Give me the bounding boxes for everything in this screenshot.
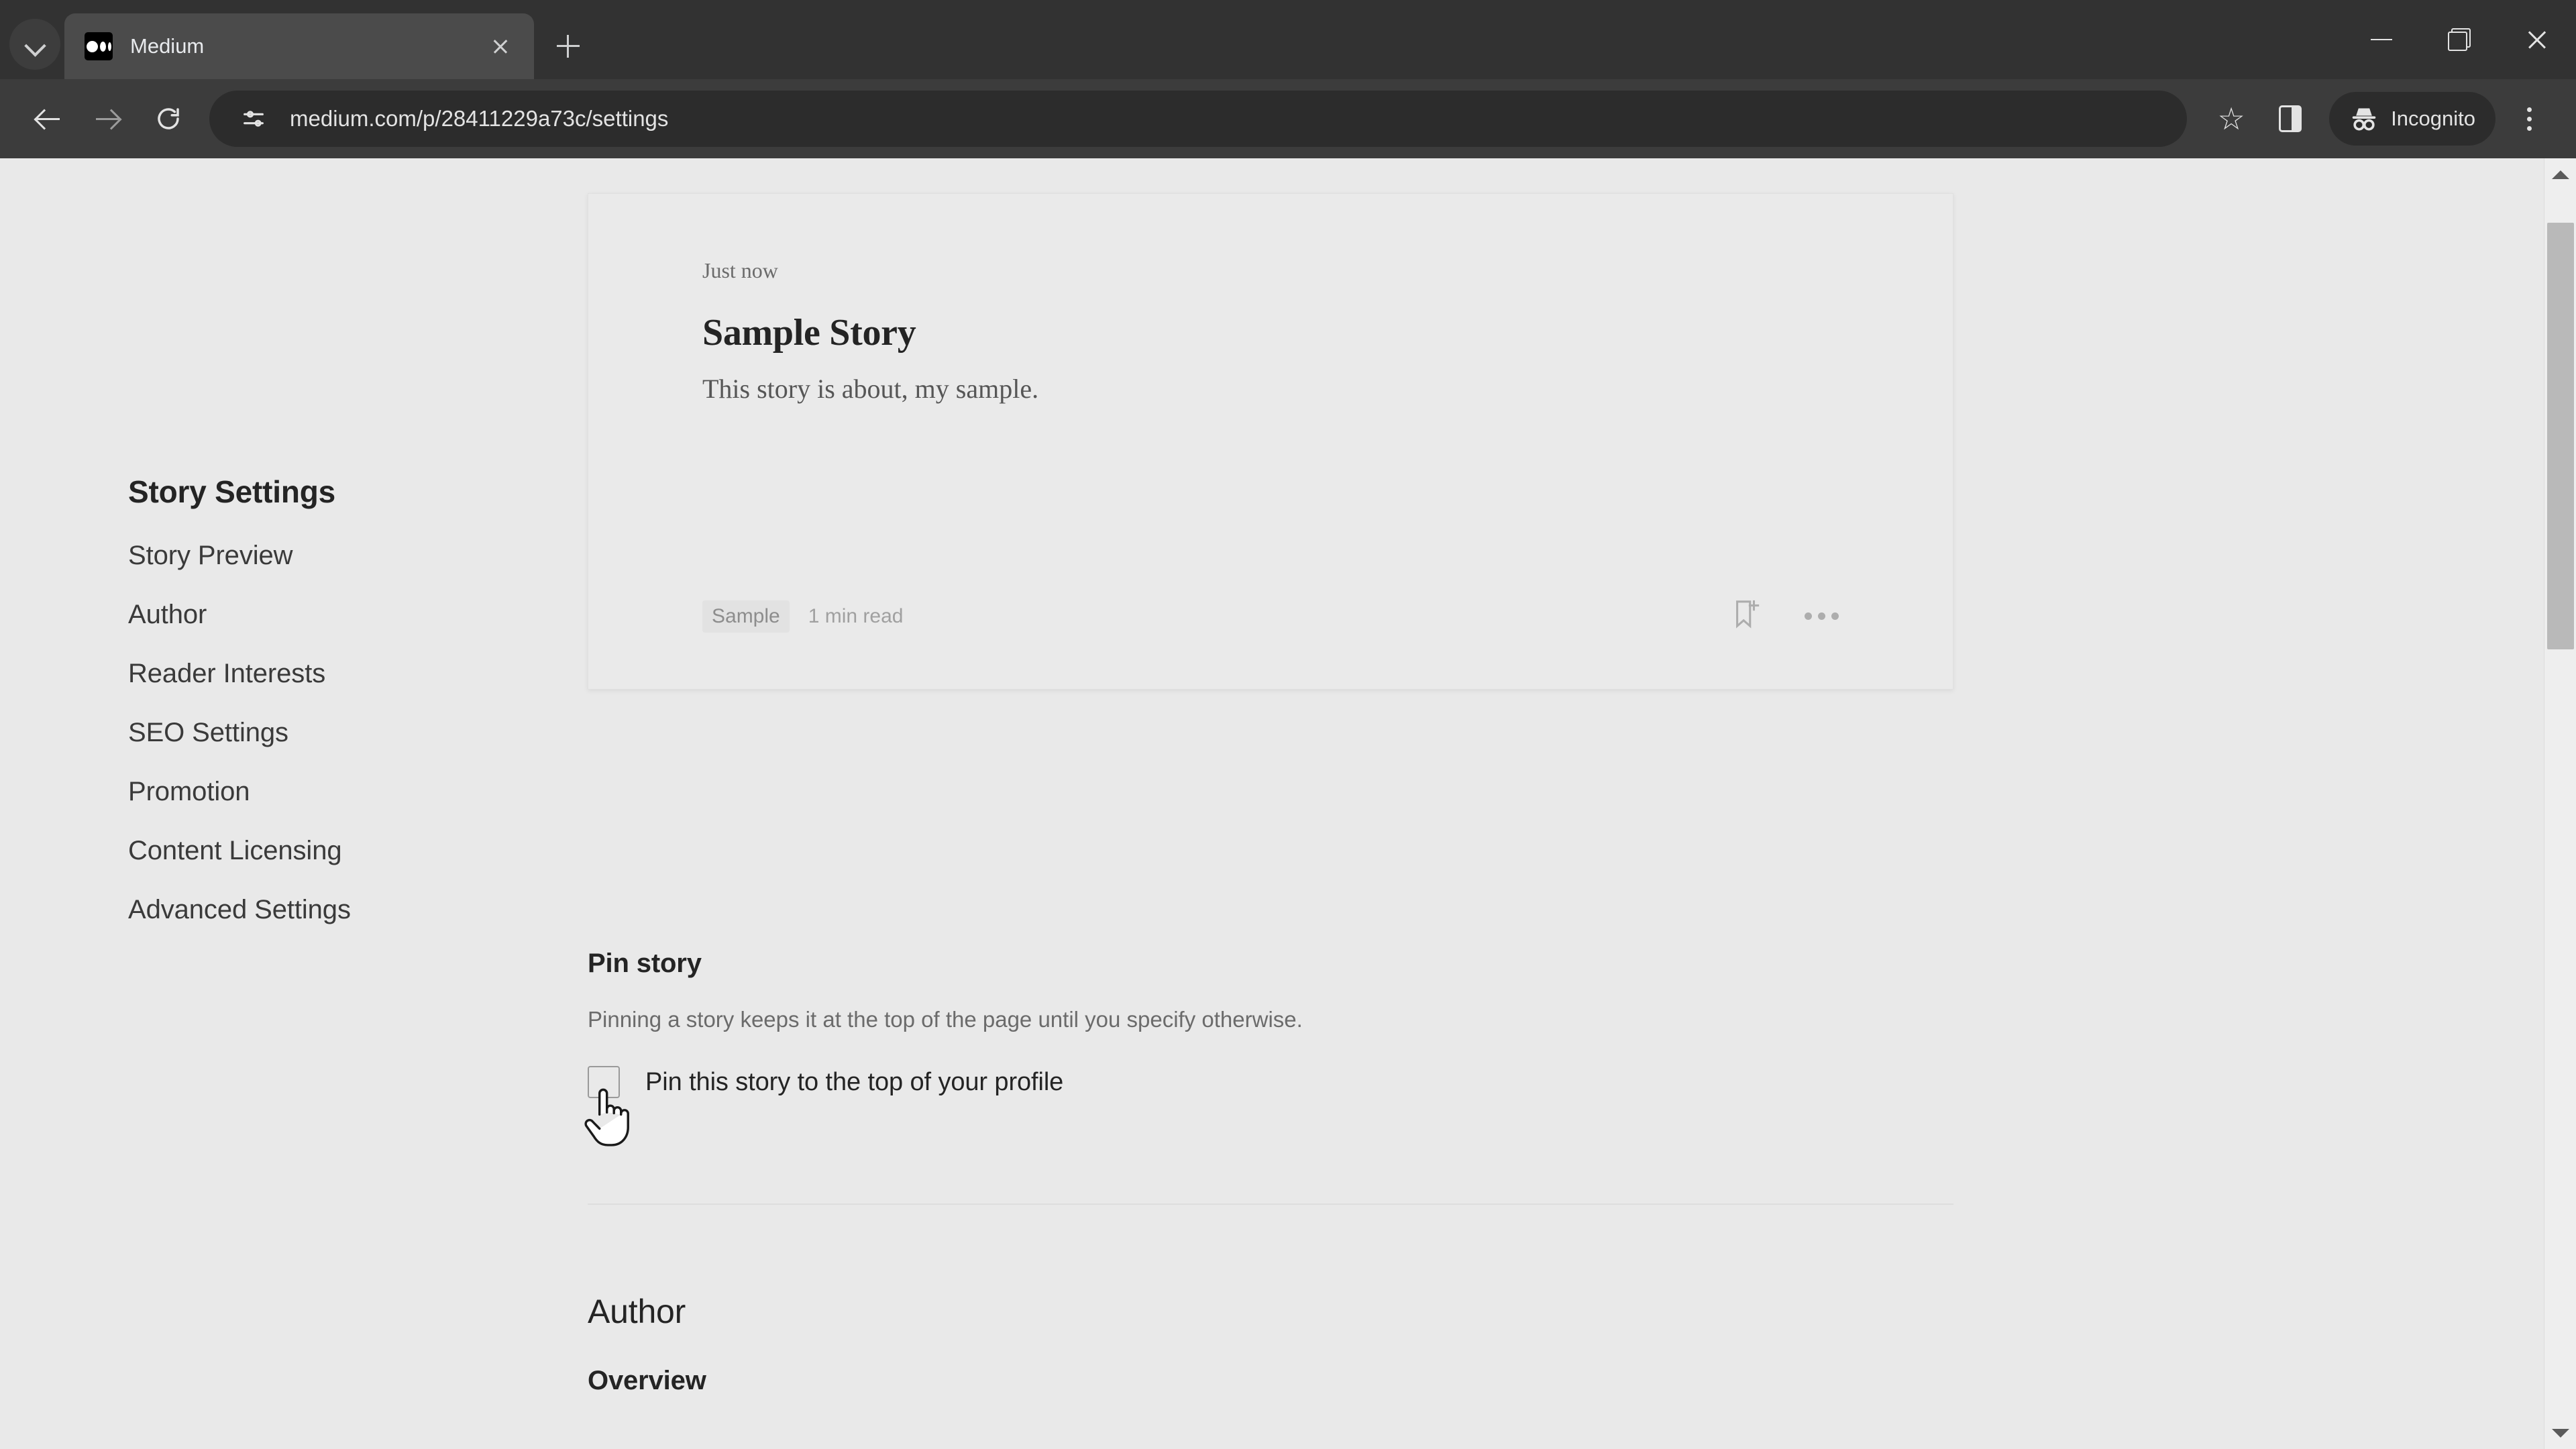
browser-toolbar: medium.com/p/28411229a73c/settings ☆ Inc… — [0, 79, 2576, 158]
more-options-button[interactable] — [1805, 612, 1839, 620]
scrollbar-thumb[interactable] — [2547, 223, 2574, 649]
maximize-button[interactable] — [2420, 0, 2498, 79]
pin-story-checkbox-label[interactable]: Pin this story to the top of your profil… — [645, 1068, 1063, 1097]
reload-button[interactable] — [138, 89, 199, 149]
side-panel-button[interactable] — [2261, 89, 2320, 148]
restore-icon — [2448, 28, 2471, 51]
minimize-button[interactable] — [2343, 0, 2420, 79]
pin-story-section: Pin story Pinning a story keeps it at th… — [588, 949, 1303, 1098]
scroll-up-arrow-icon — [2552, 170, 2569, 179]
story-tag[interactable]: Sample — [702, 600, 790, 633]
sidebar-item-advanced-settings[interactable]: Advanced Settings — [128, 895, 531, 925]
pin-story-checkbox[interactable] — [588, 1066, 620, 1098]
bookmark-add-icon — [1736, 600, 1760, 629]
scroll-down-arrow-icon — [2552, 1428, 2569, 1438]
close-icon — [492, 38, 509, 55]
close-tab-button[interactable] — [482, 28, 519, 65]
page-settings-icon[interactable] — [232, 97, 275, 140]
sidebar-item-promotion[interactable]: Promotion — [128, 777, 531, 807]
story-title: Sample Story — [702, 312, 916, 354]
close-icon — [2526, 28, 2548, 51]
author-section: Author Overview Fely Smith @89f4222e — [588, 1292, 881, 1449]
sidebar-item-story-preview[interactable]: Story Preview — [128, 541, 531, 571]
tab-title: Medium — [130, 34, 205, 58]
pin-story-heading: Pin story — [588, 949, 702, 978]
story-timestamp: Just now — [702, 258, 778, 282]
url-text: medium.com/p/28411229a73c/settings — [290, 106, 669, 131]
author-overview-heading: Overview — [588, 1366, 706, 1395]
sidebar-item-content-licensing[interactable]: Content Licensing — [128, 836, 531, 866]
browser-menu-button[interactable] — [2500, 89, 2559, 148]
incognito-icon — [2352, 108, 2376, 131]
more-options-icon — [1805, 612, 1812, 620]
back-button[interactable] — [17, 89, 78, 149]
forward-arrow-icon — [95, 105, 121, 132]
minimize-icon — [2371, 38, 2392, 41]
star-icon: ☆ — [2217, 101, 2245, 136]
sidebar-item-author[interactable]: Author — [128, 600, 531, 630]
tab-search-button[interactable] — [9, 19, 60, 70]
close-window-button[interactable] — [2498, 0, 2576, 79]
incognito-indicator[interactable]: Incognito — [2329, 92, 2496, 146]
browser-window: Medium medium.com/p/28411229a73c/setting… — [0, 0, 2576, 1449]
incognito-label: Incognito — [2391, 107, 2475, 130]
reload-icon — [158, 108, 179, 129]
bookmark-page-button[interactable]: ☆ — [2202, 89, 2261, 148]
author-heading: Author — [588, 1293, 686, 1330]
sidebar-item-seo-settings[interactable]: SEO Settings — [128, 718, 531, 748]
story-read-time: 1 min read — [808, 604, 904, 627]
pin-story-description: Pinning a story keeps it at the top of t… — [588, 1007, 1303, 1032]
plus-icon — [557, 35, 580, 58]
sidebar-item-reader-interests[interactable]: Reader Interests — [128, 659, 531, 689]
browser-tab-medium[interactable]: Medium — [64, 13, 534, 79]
bookmark-add-button[interactable] — [1731, 597, 1762, 635]
page-scrollbar[interactable] — [2544, 158, 2576, 1449]
tab-strip: Medium — [0, 0, 2576, 79]
scroll-down-button[interactable] — [2544, 1417, 2576, 1449]
chevron-down-icon — [25, 35, 44, 54]
window-controls — [2343, 0, 2576, 79]
medium-logo-icon — [85, 32, 113, 60]
story-preview-card[interactable]: Just now Sample Story This story is abou… — [588, 193, 1953, 690]
scroll-up-button[interactable] — [2544, 158, 2576, 191]
section-divider — [588, 1203, 1953, 1205]
page-title: Story Settings — [128, 474, 336, 509]
pin-story-checkbox-row[interactable]: Pin this story to the top of your profil… — [588, 1066, 1303, 1098]
page-viewport: Story Settings Story Preview Author Read… — [0, 158, 2576, 1449]
forward-button[interactable] — [78, 89, 138, 149]
side-panel-icon — [2279, 105, 2302, 132]
story-card-footer: Sample 1 min read — [702, 597, 1839, 635]
new-tab-button[interactable] — [545, 23, 592, 70]
address-bar[interactable]: medium.com/p/28411229a73c/settings — [209, 91, 2188, 147]
story-subtitle: This story is about, my sample. — [702, 374, 1039, 404]
back-arrow-icon — [34, 105, 61, 132]
story-settings-sidebar: Story Settings Story Preview Author Read… — [128, 474, 531, 954]
kebab-menu-icon — [2526, 107, 2532, 112]
